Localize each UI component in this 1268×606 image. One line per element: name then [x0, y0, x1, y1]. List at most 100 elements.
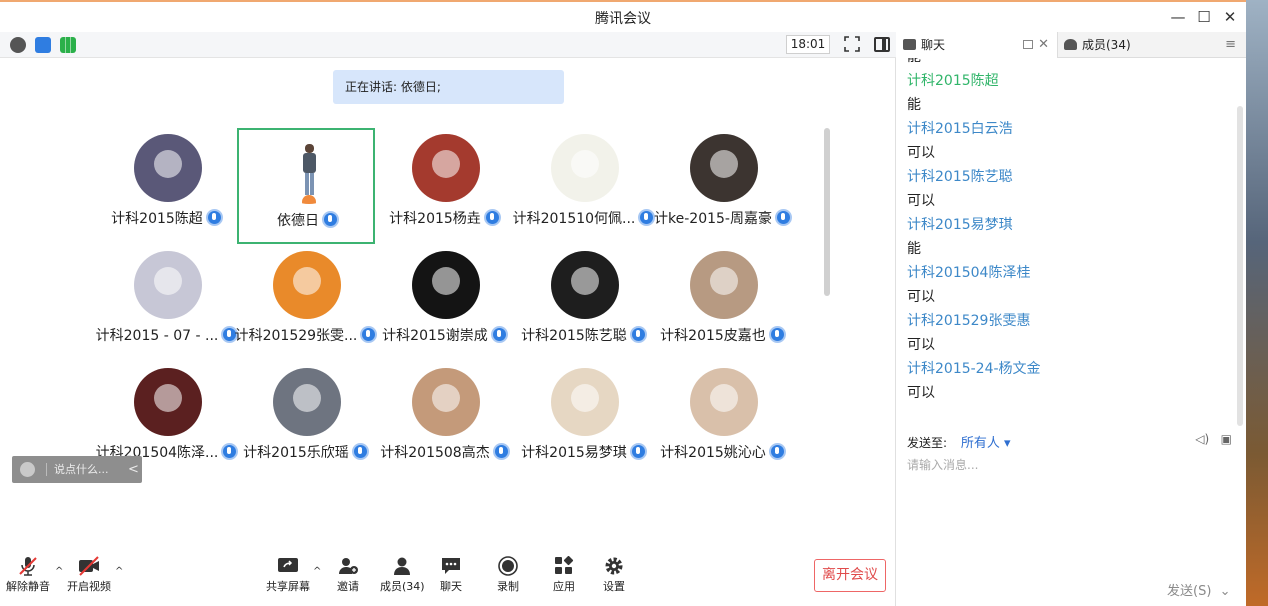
- minimize-button[interactable]: —: [1166, 6, 1190, 28]
- leave-meeting-button[interactable]: 离开会议: [814, 559, 886, 592]
- participant-tile[interactable]: 计ke-2015-周嘉豪: [654, 128, 792, 244]
- members-button[interactable]: 成员(34): [380, 556, 425, 594]
- send-to-value[interactable]: 所有人 ▾: [961, 436, 1011, 451]
- participant-tile[interactable]: 计科2015杨垚: [376, 128, 514, 244]
- chat-icon: [442, 558, 460, 574]
- mic-icon: [205, 209, 223, 226]
- collapse-arrow-icon[interactable]: <: [128, 456, 139, 483]
- chat-tools: ◁) ▣: [1195, 432, 1232, 446]
- fullscreen-icon[interactable]: [844, 36, 860, 52]
- grid-scrollbar[interactable]: [824, 128, 830, 296]
- settings-button[interactable]: 设置: [603, 556, 625, 594]
- chat-sender[interactable]: 计科2015白云浩: [907, 118, 1013, 138]
- tab-members[interactable]: 成员(34): [1057, 32, 1217, 58]
- participant-name: 计科2015杨垚: [364, 208, 526, 228]
- tab-chat-label: 聊天: [921, 38, 946, 52]
- avatar: [275, 136, 343, 204]
- meeting-time: 18:01: [786, 35, 830, 54]
- chat-button[interactable]: 聊天: [440, 556, 462, 594]
- participant-tile[interactable]: 计科2015姚沁心: [654, 362, 792, 478]
- chat-scrollbar[interactable]: [1237, 106, 1243, 426]
- close-button[interactable]: ✕: [1218, 6, 1242, 28]
- send-button[interactable]: 发送(S) ⌄: [1167, 580, 1231, 599]
- avatar: [134, 251, 202, 319]
- chat-label: 聊天: [440, 580, 462, 593]
- share-options-chevron-icon[interactable]: ^: [313, 566, 321, 577]
- unmute-label: 解除静音: [6, 580, 50, 593]
- speaker-indicator: 正在讲话: 依德日;: [333, 70, 564, 104]
- participant-name: 计科201529张雯...: [225, 325, 387, 345]
- share-screen-icon: [278, 558, 298, 572]
- chat-message-list: 能计科2015陈超能计科2015白云浩可以计科2015陈艺聪可以计科2015易梦…: [897, 58, 1237, 430]
- avatar: [690, 251, 758, 319]
- window-title: 腾讯会议: [595, 11, 651, 27]
- participant-name: 计科2015谢崇成: [364, 325, 526, 345]
- avatar: [134, 368, 202, 436]
- share-screen-button[interactable]: 共享屏幕: [266, 556, 310, 594]
- participant-name: 计科2015陈艺聪: [503, 325, 665, 345]
- avatar: [551, 368, 619, 436]
- close-tab-icon[interactable]: ✕: [1038, 32, 1049, 58]
- shield-icon[interactable]: [35, 37, 51, 53]
- participant-tile[interactable]: 计科201508高杰: [376, 362, 514, 478]
- chat-bubble-icon: [903, 39, 916, 50]
- apps-label: 应用: [553, 580, 575, 593]
- floating-chat-bar[interactable]: 说点什么... <: [12, 456, 142, 483]
- desktop-background: [1246, 0, 1268, 606]
- image-icon[interactable]: ▣: [1221, 432, 1232, 446]
- popout-icon[interactable]: [1023, 40, 1033, 49]
- participant-tile[interactable]: 计科2015陈超: [98, 128, 236, 244]
- chat-input[interactable]: 请输入消息...: [907, 456, 978, 473]
- chat-sender[interactable]: 计科2015易梦琪: [907, 214, 1013, 234]
- invite-button[interactable]: 邀请: [337, 556, 359, 594]
- participant-tile[interactable]: 依德日: [237, 128, 375, 244]
- mic-muted-icon: [19, 557, 37, 576]
- participant-tile[interactable]: 计科201529张雯...: [235, 245, 378, 361]
- record-button[interactable]: 录制: [497, 556, 519, 594]
- participant-tile[interactable]: 计科2015 - 07 - ...: [96, 245, 239, 361]
- smile-icon[interactable]: [20, 462, 35, 477]
- participant-tile[interactable]: 计科2015皮嘉也: [654, 245, 792, 361]
- chat-sender[interactable]: 计科2015-24-杨文金: [907, 358, 1041, 378]
- apps-button[interactable]: 应用: [553, 556, 575, 594]
- participant-tile[interactable]: 计科2015谢崇成: [376, 245, 514, 361]
- speaker-icon[interactable]: ◁): [1195, 432, 1209, 446]
- chat-message-text: 可以: [907, 145, 935, 161]
- start-video-button[interactable]: 开启视频: [67, 556, 111, 594]
- participant-name: 计科2015姚沁心: [642, 442, 804, 462]
- participant-name: 计科2015陈超: [86, 208, 248, 228]
- chat-message-text: 可以: [907, 385, 935, 401]
- audio-options-chevron-icon[interactable]: ^: [55, 566, 63, 577]
- maximize-button[interactable]: ☐: [1192, 6, 1216, 28]
- mic-icon: [768, 326, 786, 343]
- apps-grid-icon: [555, 556, 574, 574]
- floating-chat-placeholder: 说点什么...: [54, 463, 109, 476]
- layout-icon[interactable]: [874, 37, 890, 52]
- avatar: [273, 251, 341, 319]
- participant-tile[interactable]: 计科201510何佩...: [513, 128, 656, 244]
- chat-sender[interactable]: 计科201504陈泽桂: [907, 262, 1030, 282]
- chat-sender[interactable]: 计科2015陈艺聪: [907, 166, 1013, 186]
- participant-name: 计ke-2015-周嘉豪: [642, 208, 804, 228]
- participant-tile[interactable]: 计科2015陈艺聪: [515, 245, 653, 361]
- participant-tile[interactable]: 计科2015易梦琪: [515, 362, 653, 478]
- unmute-button[interactable]: 解除静音: [6, 556, 50, 594]
- invite-label: 邀请: [337, 580, 359, 593]
- record-icon: [498, 556, 518, 576]
- signal-icon[interactable]: [60, 37, 76, 53]
- mic-icon: [768, 443, 786, 460]
- avatar: [412, 368, 480, 436]
- participant-tile[interactable]: 计科2015乐欣瑶: [237, 362, 375, 478]
- tab-chat[interactable]: 聊天 ✕: [897, 32, 1057, 58]
- info-icon[interactable]: [10, 37, 26, 53]
- video-options-chevron-icon[interactable]: ^: [115, 566, 123, 577]
- divider: [46, 463, 47, 476]
- participant-name: 计科2015皮嘉也: [642, 325, 804, 345]
- menu-icon[interactable]: ≡: [1225, 37, 1236, 52]
- send-to-selector[interactable]: 发送至: 所有人 ▾: [907, 432, 1011, 451]
- share-screen-label: 共享屏幕: [266, 580, 310, 593]
- chat-sender[interactable]: 计科2015陈超: [907, 70, 999, 90]
- record-label: 录制: [497, 580, 519, 593]
- chat-message-text: 可以: [907, 193, 935, 209]
- chat-sender[interactable]: 计科201529张雯惠: [907, 310, 1030, 330]
